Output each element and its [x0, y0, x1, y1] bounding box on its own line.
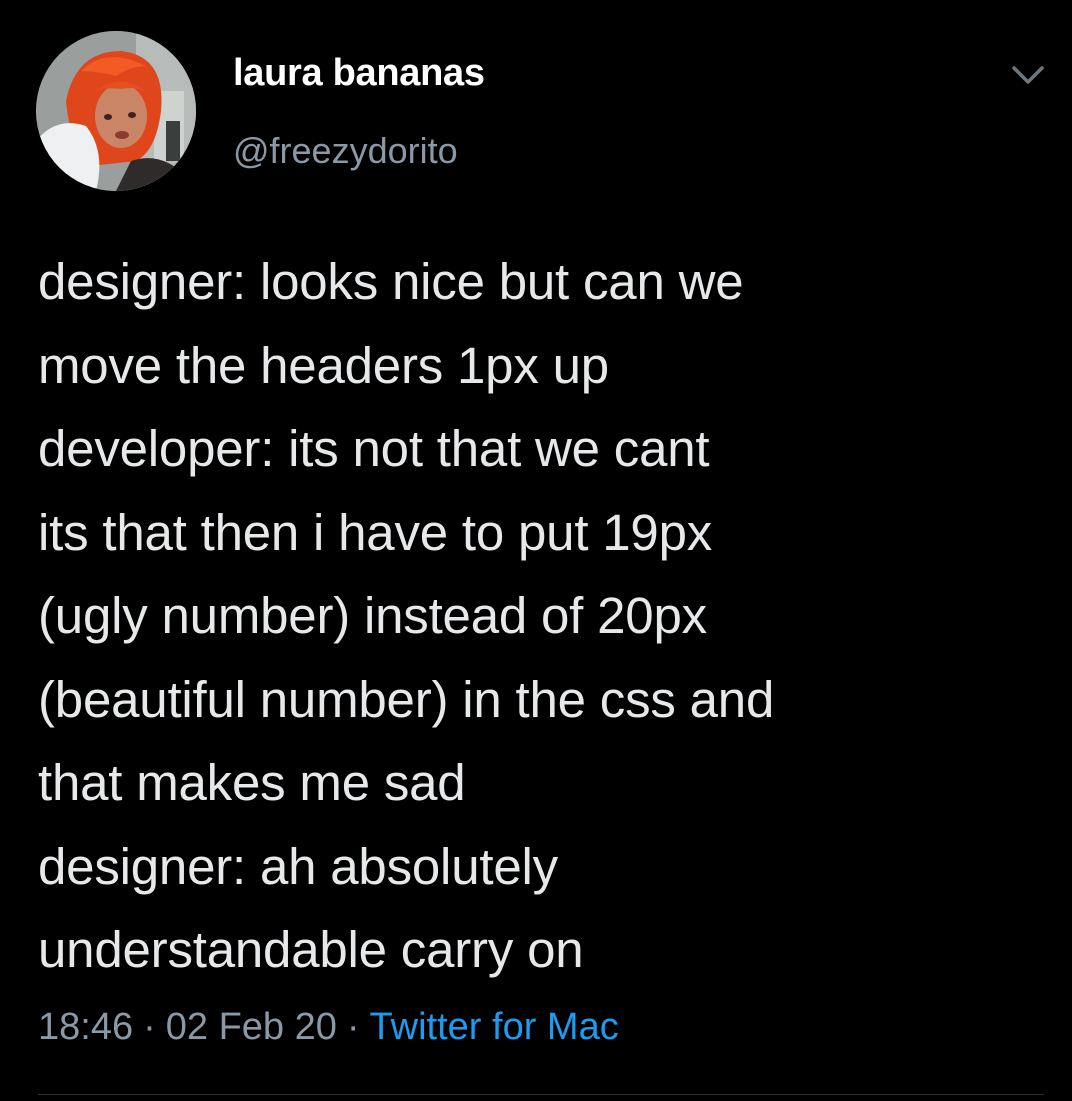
author-display-name[interactable]: laura bananas [233, 52, 485, 95]
tweet-text-line: that makes me sad [38, 754, 466, 811]
tweet-time[interactable]: 18:46 [38, 1006, 133, 1048]
meta-separator: · [346, 1006, 360, 1048]
tweet-source-link[interactable]: Twitter for Mac [370, 1006, 619, 1048]
tweet-text-line: move the headers 1px up [38, 336, 609, 394]
divider [38, 1094, 1044, 1095]
tweet-text-line: (ugly number) instead of 20px [38, 587, 707, 644]
avatar[interactable] [36, 31, 196, 191]
tweet-meta: 18:46 · 02 Feb 20 · Twitter for Mac [38, 1006, 619, 1049]
meta-separator: · [143, 1006, 156, 1048]
tweet-card: laura bananas @freezydorito designer: lo… [0, 0, 1072, 1101]
chevron-down-icon[interactable] [1006, 58, 1050, 92]
tweet-text-line: its that then i have to put 19px [38, 503, 713, 561]
tweet-text-line: designer: ah absolutely [38, 837, 558, 895]
tweet-text-line: developer: its not that we cant [38, 420, 710, 477]
tweet-date[interactable]: 02 Feb 20 [166, 1006, 337, 1048]
tweet-text-line: (beautiful number) in the css and [38, 670, 775, 728]
avatar-photo [36, 31, 196, 191]
tweet-text: designer: looks nice but can we move the… [38, 240, 1048, 992]
author-handle[interactable]: @freezydorito [233, 130, 458, 172]
tweet-text-line: designer: looks nice but can we [38, 253, 744, 310]
tweet-text-line: understandable carry on [38, 921, 584, 978]
